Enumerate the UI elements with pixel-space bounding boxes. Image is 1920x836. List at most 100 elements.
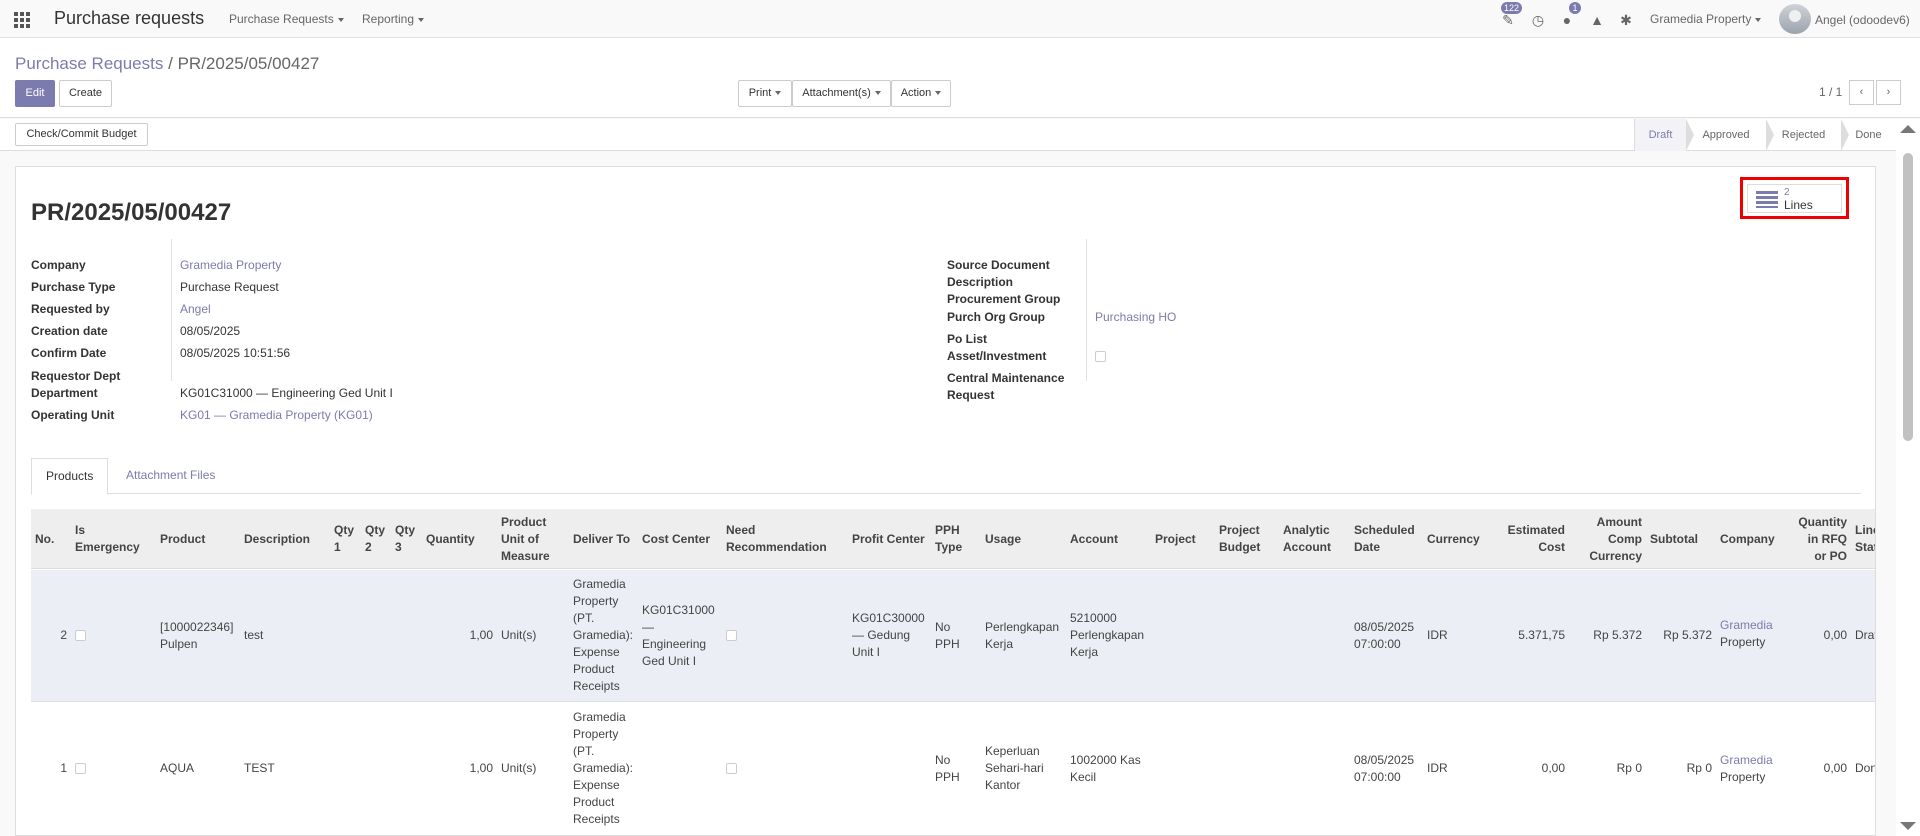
col-header-currency[interactable]: Currency — [1423, 509, 1500, 569]
need-recommendation-checkbox[interactable] — [722, 702, 848, 835]
table-row[interactable]: 2 [1000022346] Pulpen test 1,00 Unit(s) … — [31, 570, 1875, 702]
col-header-pph-type[interactable]: PPH Type — [931, 509, 981, 569]
messages-icon[interactable]: ● 1 — [1559, 2, 1581, 28]
col-header-deliver-to[interactable]: Deliver To — [569, 509, 638, 569]
col-header-company[interactable]: Company — [1716, 509, 1794, 569]
row-scheduled-date: 08/05/2025 07:00:00 — [1354, 752, 1415, 784]
top-navbar: Purchase requests Purchase Requests Repo… — [0, 0, 1920, 38]
row-estimated-cost: 0,00 — [1541, 761, 1565, 775]
field-operating-unit[interactable]: KG01 — Gramedia Property (KG01) — [180, 408, 373, 422]
attachments-button[interactable]: Attachment(s) — [792, 80, 891, 107]
col-header-description[interactable]: Description — [240, 509, 330, 569]
row-uom: Unit(s) — [501, 628, 537, 642]
row-line-state: Done — [1855, 761, 1875, 775]
col-header-cost-center[interactable]: Cost Center — [638, 509, 722, 569]
field-purchase-type: Purchase Request — [180, 280, 279, 294]
row-estimated-cost: 5.371,75 — [1518, 628, 1565, 642]
page-scrollbar[interactable] — [1896, 119, 1920, 836]
field-purch-org-group[interactable]: Purchasing HO — [1095, 310, 1176, 324]
bell-icon[interactable]: ▲ — [1589, 12, 1605, 28]
print-button[interactable]: Print — [738, 80, 792, 107]
action-button[interactable]: Action — [891, 80, 951, 107]
col-header-qty1[interactable]: Qty 1 — [330, 509, 361, 569]
col-header-qty3[interactable]: Qty 3 — [391, 509, 422, 569]
col-header-analytic-account[interactable]: Analytic Account — [1279, 509, 1350, 569]
scroll-down-arrow[interactable] — [1900, 822, 1916, 830]
user-menu[interactable]: Angel (odoodev6) — [1815, 13, 1910, 27]
row-deliver-to: Gramedia Property (PT. Gramedia): Expens… — [573, 577, 634, 693]
row-company: Gramedia Property — [1720, 753, 1773, 784]
pager-value[interactable]: 1 / 1 — [1819, 85, 1842, 99]
col-header-scheduled-date[interactable]: Scheduled Date — [1350, 509, 1423, 569]
col-header-estimated-cost[interactable]: Estimated Cost — [1500, 509, 1569, 569]
menu-purchase-requests[interactable]: Purchase Requests — [229, 12, 344, 26]
field-label-requestor-dept: Requestor Dept — [31, 369, 121, 383]
avatar[interactable] — [1779, 4, 1811, 34]
scroll-thumb[interactable] — [1903, 153, 1913, 441]
field-label-procurement-group: Procurement Group — [947, 292, 1061, 306]
field-requested-by[interactable]: Angel — [180, 302, 211, 316]
col-header-profit-center[interactable]: Profit Center — [848, 509, 931, 569]
clock-icon[interactable]: ◷ — [1530, 12, 1546, 28]
col-header-amount-comp-currency[interactable]: Amount Comp Currency — [1569, 509, 1646, 569]
col-header-quantity[interactable]: Quantity — [422, 509, 497, 569]
row-description: TEST — [244, 761, 275, 775]
col-header-product[interactable]: Product — [156, 509, 240, 569]
row-subtotal: Rp 0 — [1686, 761, 1712, 775]
check-commit-budget-button[interactable]: Check/Commit Budget — [15, 123, 148, 146]
breadcrumb-parent[interactable]: Purchase Requests — [15, 54, 163, 73]
row-currency: IDR — [1427, 628, 1448, 642]
scroll-up-arrow[interactable] — [1900, 125, 1916, 133]
row-deliver-to: Gramedia Property (PT. Gramedia): Expens… — [573, 710, 634, 826]
apps-menu-icon[interactable] — [14, 12, 30, 28]
col-header-project-budget[interactable]: Project Budget — [1215, 509, 1279, 569]
pager-next-button[interactable]: › — [1876, 80, 1901, 105]
list-icon — [1756, 191, 1778, 208]
col-header-no[interactable]: No. — [31, 509, 71, 569]
asset-investment-checkbox[interactable] — [1095, 351, 1106, 365]
row-scheduled-date: 08/05/2025 07:00:00 — [1354, 619, 1415, 651]
row-description: test — [244, 628, 264, 642]
tab-attachment-files[interactable]: Attachment Files — [112, 458, 229, 495]
breadcrumb: Purchase Requests / PR/2025/05/00427 — [15, 54, 320, 73]
tab-products[interactable]: Products — [31, 458, 109, 495]
activity-edit-icon[interactable]: ✎ 122 — [1500, 2, 1522, 28]
field-company[interactable]: Gramedia Property — [180, 258, 281, 272]
left-group-divider — [171, 239, 172, 381]
row-amount-comp: Rp 0 — [1616, 761, 1642, 775]
col-header-uom[interactable]: Product Unit of Measure — [497, 509, 569, 569]
edit-button[interactable]: Edit — [15, 80, 55, 107]
field-label-purch-org-group: Purch Org Group — [947, 310, 1046, 324]
table-row[interactable]: 1 AQUA TEST 1,00 Unit(s) Gramedia Proper… — [31, 702, 1875, 835]
col-header-need-recommendation[interactable]: Need Recommendation — [722, 509, 848, 569]
activity-badge: 122 — [1500, 2, 1522, 14]
row-account: 5210000 Perlengkapan Kerja — [1070, 611, 1145, 659]
menu-reporting[interactable]: Reporting — [362, 12, 425, 26]
lines-smart-button[interactable]: 2 Lines — [1747, 184, 1842, 213]
col-header-line-state[interactable]: Line State — [1851, 509, 1875, 569]
table-header: No. Is Emergency Product Description Qty… — [31, 509, 1875, 569]
col-header-usage[interactable]: Usage — [981, 509, 1066, 569]
create-button[interactable]: Create — [59, 80, 112, 107]
field-label-central-maintenance-request: Central Maintenance Request — [947, 371, 1065, 402]
field-label-source-document: Source Document — [947, 258, 1050, 272]
col-header-qty-rfq-po[interactable]: Quantity in RFQ or PO — [1794, 509, 1851, 569]
need-recommendation-checkbox[interactable] — [722, 570, 848, 701]
bug-icon[interactable]: ✱ — [1618, 12, 1634, 28]
status-rejected: Rejected — [1766, 119, 1849, 151]
col-header-account[interactable]: Account — [1066, 509, 1151, 569]
company-switcher[interactable]: Gramedia Property — [1650, 12, 1762, 26]
product-lines-table: No. Is Emergency Product Description Qty… — [31, 509, 1875, 835]
col-header-project[interactable]: Project — [1151, 509, 1215, 569]
col-header-subtotal[interactable]: Subtotal — [1646, 509, 1716, 569]
is-emergency-checkbox[interactable] — [71, 702, 156, 835]
pager-previous-button[interactable]: ‹ — [1849, 80, 1874, 105]
row-company: Gramedia Property — [1720, 618, 1773, 649]
row-profit-center: KG01C30000 — Gedung Unit I — [852, 611, 925, 659]
field-label-creation-date: Creation date — [31, 324, 108, 338]
col-header-qty2[interactable]: Qty 2 — [361, 509, 391, 569]
col-header-is-emergency[interactable]: Is Emergency — [71, 509, 156, 569]
row-line-state: Draft — [1855, 628, 1875, 642]
is-emergency-checkbox[interactable] — [71, 570, 156, 701]
row-product: [1000022346] Pulpen — [160, 619, 234, 651]
